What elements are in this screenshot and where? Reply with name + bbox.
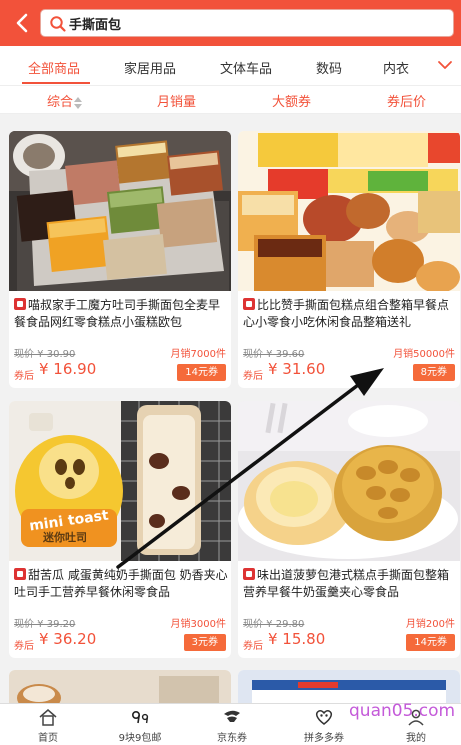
active-tab-indicator bbox=[22, 82, 90, 84]
tab-underwear[interactable]: 内衣 bbox=[383, 58, 409, 77]
original-price: 现价 ¥ 30.90 bbox=[14, 349, 76, 360]
search-input[interactable]: 手撕面包 bbox=[40, 9, 454, 37]
product-image[interactable] bbox=[238, 131, 460, 291]
monthly-sales: 月销200件 bbox=[405, 619, 455, 630]
after-coupon-price: ¥ 31.60 bbox=[268, 360, 326, 378]
nav-pdd-coupon-label: 拼多多券 bbox=[304, 733, 344, 744]
category-tabs: 全部商品 家居用品 文体车品 数码 内衣 bbox=[0, 46, 461, 86]
tmall-icon bbox=[243, 298, 255, 310]
tab-digital[interactable]: 数码 bbox=[316, 58, 342, 77]
product-title[interactable]: 喵叔家手工魔方吐司手撕面包全麦早餐食品网红零食糕点小蛋糕欧包 bbox=[14, 297, 228, 331]
product-card[interactable]: 喵叔家手工魔方吐司手撕面包全麦早餐食品网红零食糕点小蛋糕欧包 现价 ¥ 30.9… bbox=[9, 131, 231, 388]
tmall-icon bbox=[243, 568, 255, 580]
coupon-badge[interactable]: 8元券 bbox=[412, 364, 455, 381]
coupon-badge[interactable]: 14元券 bbox=[177, 364, 226, 381]
product-image[interactable]: mini toast 迷你吐司 bbox=[9, 401, 231, 561]
chevron-left-icon bbox=[16, 13, 28, 33]
coupon-badge[interactable]: 3元券 bbox=[183, 634, 226, 651]
product-image-brand: 迷你吐司 bbox=[43, 531, 87, 544]
product-title[interactable]: 比比赞手撕面包糕点组合整箱早餐点心小零食小吃休闲食品整箱送礼 bbox=[243, 297, 457, 331]
jd-icon bbox=[224, 710, 240, 722]
nav-nine-nine[interactable]: 9块9包邮 bbox=[94, 704, 186, 745]
after-coupon-label: 券后 bbox=[14, 371, 34, 382]
chevron-down-icon[interactable] bbox=[435, 58, 455, 72]
sort-after-coupon-price[interactable]: 券后价 bbox=[387, 91, 426, 110]
product-title-text: 甜苦瓜 咸蛋黄纯奶手撕面包 奶香夹心吐司手工营养早餐休闲零食品 bbox=[14, 568, 228, 599]
sort-comprehensive-label: 综合 bbox=[47, 95, 74, 110]
product-image[interactable] bbox=[9, 131, 231, 291]
top-bar: 手撕面包 bbox=[0, 0, 461, 46]
back-button[interactable] bbox=[8, 8, 36, 38]
home-icon bbox=[39, 709, 57, 726]
tmall-icon bbox=[14, 568, 26, 580]
nav-mine-label: 我的 bbox=[406, 733, 426, 744]
sort-big-coupon[interactable]: 大额券 bbox=[272, 91, 311, 110]
product-title-text: 比比赞手撕面包糕点组合整箱早餐点心小零食小吃休闲食品整箱送礼 bbox=[243, 298, 450, 329]
after-coupon-price: ¥ 15.80 bbox=[268, 630, 326, 648]
after-coupon-price: ¥ 36.20 bbox=[39, 630, 97, 648]
after-coupon-label: 券后 bbox=[14, 641, 34, 652]
search-query: 手撕面包 bbox=[69, 18, 122, 33]
monthly-sales: 月销7000件 bbox=[170, 349, 226, 360]
product-card[interactable]: mini toast 迷你吐司 甜苦瓜 咸蛋黄纯奶手撕面包 奶香夹心吐司手工营养… bbox=[9, 401, 231, 658]
tmall-icon bbox=[14, 298, 26, 310]
coupon-badge[interactable]: 14元券 bbox=[406, 634, 455, 651]
pdd-icon bbox=[315, 710, 333, 725]
original-price: 现价 ¥ 29.80 bbox=[243, 619, 305, 630]
product-title[interactable]: 甜苦瓜 咸蛋黄纯奶手撕面包 奶香夹心吐司手工营养早餐休闲零食品 bbox=[14, 567, 228, 601]
watermark: quan05.com bbox=[349, 701, 456, 721]
tab-sports-car[interactable]: 文体车品 bbox=[220, 58, 272, 77]
monthly-sales: 月销3000件 bbox=[170, 619, 226, 630]
after-coupon-label: 券后 bbox=[243, 371, 263, 382]
nav-nine-nine-label: 9块9包邮 bbox=[118, 733, 162, 744]
product-title-text: 喵叔家手工魔方吐司手撕面包全麦早餐食品网红零食糕点小蛋糕欧包 bbox=[14, 298, 221, 329]
original-price: 现价 ¥ 39.60 bbox=[243, 349, 305, 360]
sort-bar: 综合 月销量 大额券 券后价 bbox=[0, 86, 461, 114]
sort-comprehensive[interactable]: 综合 bbox=[47, 91, 83, 110]
nav-home[interactable]: 首页 bbox=[2, 704, 94, 745]
monthly-sales: 月销50000件 bbox=[393, 349, 455, 360]
product-title[interactable]: 味出道菠萝包港式糕点手撕面包整箱营养早餐牛奶蛋羹夹心零食品 bbox=[243, 567, 457, 601]
sort-monthly-sales[interactable]: 月销量 bbox=[157, 91, 196, 110]
after-coupon-price: ¥ 16.90 bbox=[39, 360, 97, 378]
nav-home-label: 首页 bbox=[38, 733, 58, 744]
sort-arrows-icon bbox=[74, 96, 83, 109]
product-image[interactable] bbox=[238, 401, 460, 561]
product-card[interactable]: 味出道菠萝包港式糕点手撕面包整箱营养早餐牛奶蛋羹夹心零食品 现价 ¥ 29.80… bbox=[238, 401, 460, 658]
product-title-text: 味出道菠萝包港式糕点手撕面包整箱营养早餐牛奶蛋羹夹心零食品 bbox=[243, 568, 450, 599]
tab-all-products[interactable]: 全部商品 bbox=[28, 58, 80, 77]
nine-nine-icon bbox=[131, 710, 149, 724]
original-price: 现价 ¥ 39.20 bbox=[14, 619, 76, 630]
after-coupon-label: 券后 bbox=[243, 641, 263, 652]
nav-jd-coupon[interactable]: 京东券 bbox=[186, 704, 278, 745]
product-card[interactable]: 比比赞手撕面包糕点组合整箱早餐点心小零食小吃休闲食品整箱送礼 现价 ¥ 39.6… bbox=[238, 131, 460, 388]
search-icon bbox=[50, 16, 66, 32]
nav-jd-coupon-label: 京东券 bbox=[217, 733, 247, 744]
tab-home-goods[interactable]: 家居用品 bbox=[124, 58, 176, 77]
